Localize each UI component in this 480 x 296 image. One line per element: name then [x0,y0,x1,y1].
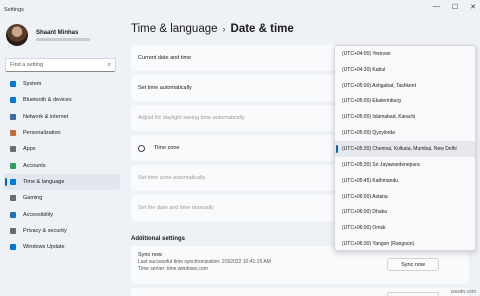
update-icon [10,244,16,251]
search-input[interactable]: Find a setting [10,62,108,68]
time-zone-option[interactable]: (UTC+06:30) Yangon (Rangoon) [335,236,475,250]
sidebar-item-label: Accessibility [23,211,53,218]
shield-icon [10,227,16,234]
search-box[interactable]: Find a setting ⌕ [5,58,116,72]
sidebar-item-bluetooth-devices[interactable]: Bluetooth & devices [4,92,120,108]
set-time-zone-automatically-label: Set time zone automatically [138,175,206,181]
sidebar-item-system[interactable]: System [4,76,120,92]
brush-icon [10,130,16,137]
time-zone-option[interactable]: (UTC+05:00) Qyzylorda [335,125,475,141]
time-zone-option[interactable]: (UTC+04:00) Yerevan [335,46,475,62]
time-zone-label: Time zone [154,145,180,151]
apps-icon [10,146,16,153]
wifi-icon [10,113,16,120]
profile-name: Shaant Minhas [36,29,79,36]
time-zone-option[interactable]: (UTC+05:45) Kathmandu [335,173,475,189]
gamepad-icon [10,195,16,202]
window-controls: — ☐ ✕ [433,3,476,11]
minimize-button[interactable]: — [433,3,440,11]
avatar [6,24,28,46]
sidebar-item-accessibility[interactable]: Accessibility [4,206,120,222]
bluetooth-icon [10,97,16,104]
additional-settings-title: Additional settings [131,236,185,242]
sidebar-item-label: Privacy & security [23,227,67,234]
sidebar-item-label: Windows Update [23,244,65,251]
time-zone-option[interactable]: (UTC+06:00) Astana [335,189,475,205]
time-zone-option[interactable]: (UTC+04:30) Kabul [335,62,475,78]
sidebar-nav: System Bluetooth & devices Network & inter… [4,76,120,255]
sidebar-item-privacy-security[interactable]: Privacy & security [4,223,120,239]
set-date-time-manually-label: Set the date and time manually [138,205,214,211]
globe-clock-icon [10,178,16,185]
app-title: Settings [4,7,24,13]
accessibility-icon [10,211,16,218]
profile-email-redacted [36,37,90,41]
daylight-saving-label: Adjust for daylight saving time automati… [138,115,245,121]
sidebar-item-time-language[interactable]: Time & language [4,173,120,191]
breadcrumb: Time & language › Date & time [131,23,294,35]
additional-row-partial [131,288,469,296]
sidebar-item-label: Accounts [23,162,46,169]
monitor-icon [10,81,16,88]
person-icon [10,162,16,169]
title-bar: Settings — ☐ ✕ [0,0,480,20]
sidebar-item-label: Gaming [23,195,43,202]
current-date-time-label: Current date and time [138,55,192,61]
clock-icon [138,144,145,152]
sidebar-item-label: Bluetooth & devices [23,97,72,104]
watermark: wsxdn.com [450,289,476,295]
search-icon: ⌕ [107,61,111,68]
sidebar-item-accounts[interactable]: Accounts [4,157,120,173]
maximize-button[interactable]: ☐ [452,3,458,11]
sidebar-item-network-internet[interactable]: Network & internet [4,109,120,125]
time-zone-option[interactable]: (UTC+05:00) Ashgabat, Tashkent [335,78,475,94]
breadcrumb-separator: › [222,24,226,34]
time-zone-option[interactable]: (UTC+05:30) Chennai, Kolkata, Mumbai, Ne… [335,141,475,157]
page-title: Date & time [230,23,294,35]
set-time-automatically-label: Set time automatically [138,85,192,91]
sync-now-button[interactable]: Sync now [387,258,439,271]
sidebar-item-apps[interactable]: Apps [4,141,120,157]
time-zone-option[interactable]: (UTC+06:00) Dhaka [335,204,475,220]
sidebar-item-label: Network & internet [23,113,69,120]
time-zone-option[interactable]: (UTC+05:00) Ekaterinburg [335,94,475,110]
time-zone-option[interactable]: (UTC+06:00) Omsk [335,220,475,236]
sidebar-item-gaming[interactable]: Gaming [4,190,120,206]
sidebar-item-personalization[interactable]: Personalization [4,125,120,141]
sidebar-item-label: Apps [23,146,36,153]
sidebar-item-label: System [23,81,42,88]
time-zone-option[interactable]: (UTC+05:30) Sri Jayawardenepura [335,157,475,173]
time-zone-option[interactable]: (UTC+05:00) Islamabad, Karachi [335,109,475,125]
sidebar-item-label: Time & language [23,178,65,185]
time-zone-dropdown[interactable]: (UTC+04:00) Yerevan (UTC+04:30) Kabul (UTC… [334,45,476,251]
breadcrumb-parent[interactable]: Time & language [131,23,218,35]
user-profile[interactable]: Shaant Minhas [6,24,90,46]
sidebar-item-label: Personalization [23,130,61,137]
partial-button[interactable] [387,292,439,296]
close-button[interactable]: ✕ [470,3,476,11]
sync-now-row: Sync now Last successful time synchroniz… [131,246,469,284]
sidebar-item-windows-update[interactable]: Windows Update [4,239,120,255]
sidebar: Shaant Minhas Find a setting ⌕ System Blu… [0,20,125,296]
